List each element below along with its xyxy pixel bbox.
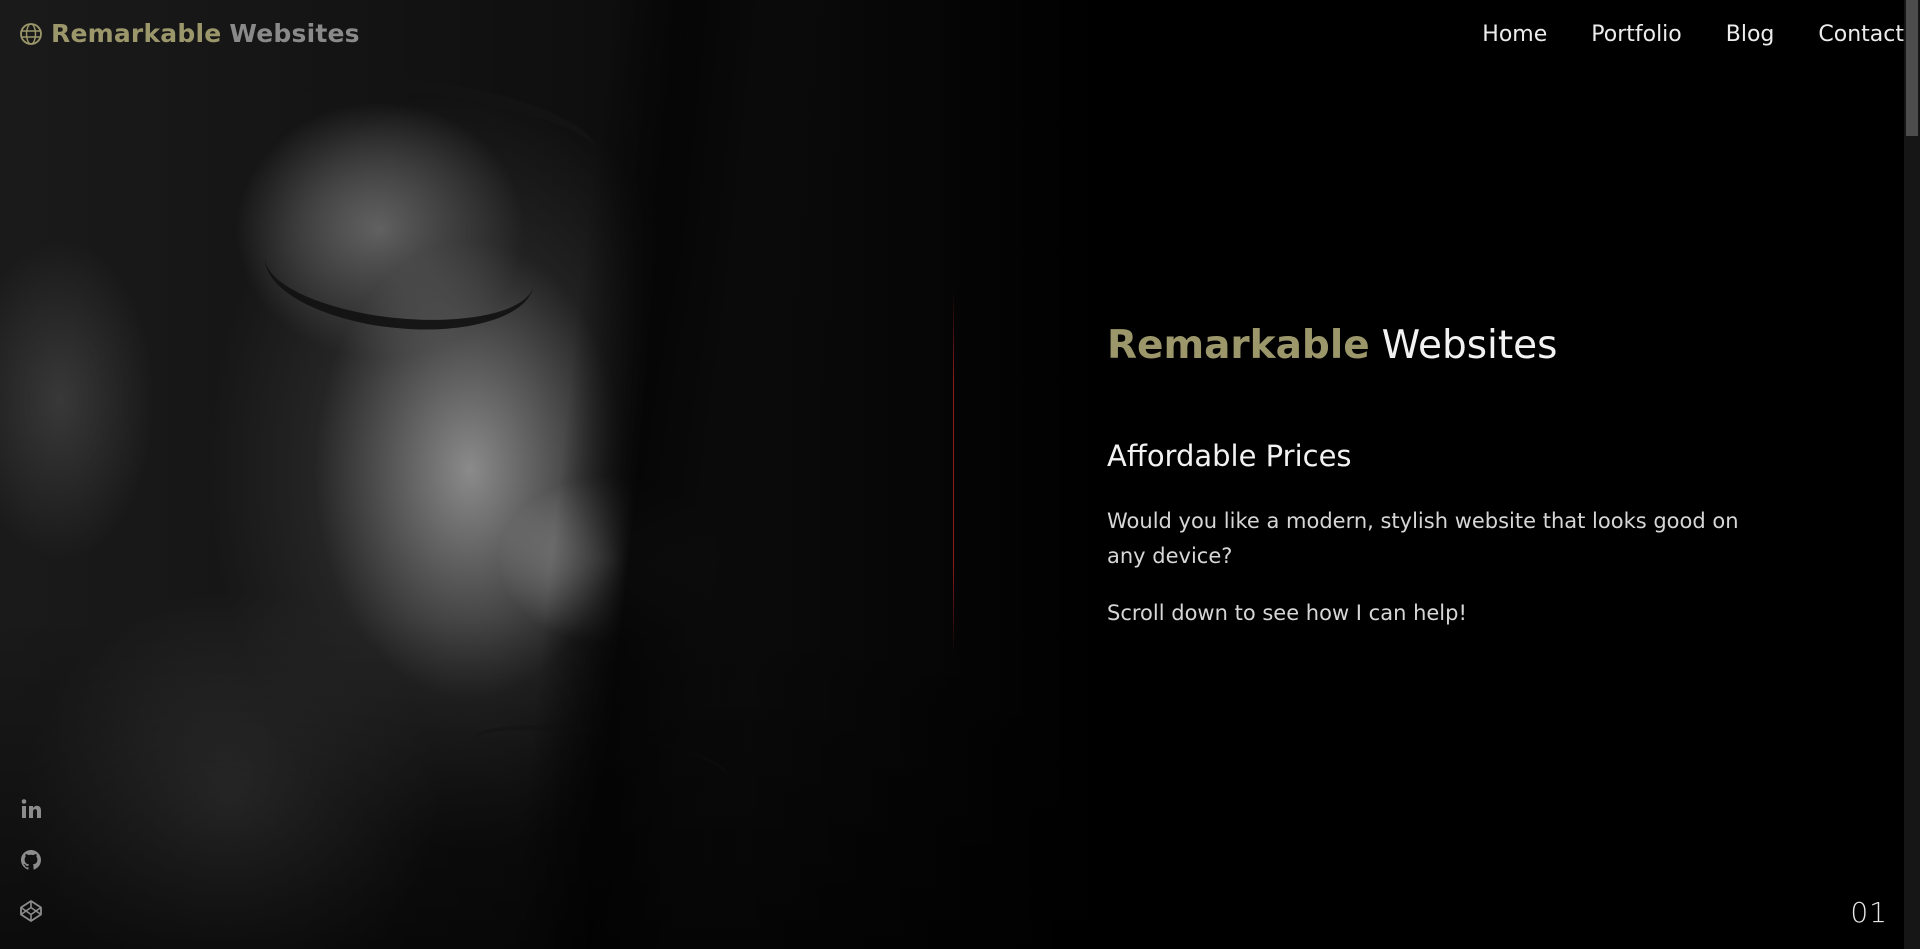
- nav-blog[interactable]: Blog: [1726, 22, 1775, 47]
- logo-brand-light: Websites: [229, 19, 360, 48]
- hero-divider: [953, 290, 954, 655]
- main-nav: Home Portfolio Blog Contact: [1438, 22, 1904, 47]
- hero-subheading: Affordable Prices: [1107, 439, 1352, 473]
- linkedin-icon: [21, 799, 41, 818]
- logo-text: Remarkable Websites: [51, 19, 360, 48]
- social-links: [19, 797, 45, 949]
- codepen-link[interactable]: [19, 899, 43, 923]
- page-scrollbar[interactable]: [1904, 0, 1920, 949]
- logo-link[interactable]: Remarkable Websites: [19, 19, 360, 48]
- linkedin-link[interactable]: [19, 797, 43, 821]
- hero-paragraph: Scroll down to see how I can help!: [1107, 601, 1467, 625]
- slide-counter: 01: [1850, 896, 1888, 929]
- nav-home[interactable]: Home: [1482, 22, 1547, 47]
- hero-headline: Remarkable Websites: [1107, 320, 1747, 372]
- hero-copy: Remarkable Websites Affordable Prices Wou…: [1107, 320, 1747, 631]
- github-icon: [21, 850, 41, 870]
- logo-brand-strong: Remarkable: [51, 19, 222, 48]
- headline-strong: Remarkable: [1107, 323, 1370, 368]
- codepen-icon: [20, 900, 42, 922]
- nav-portfolio[interactable]: Portfolio: [1591, 22, 1682, 47]
- github-link[interactable]: [19, 848, 43, 872]
- nav-contact[interactable]: Contact: [1818, 22, 1904, 47]
- hero-paragraph: Would you like a modern, stylish website…: [1107, 509, 1739, 568]
- site-header: Remarkable Websites Home Portfolio Blog C…: [0, 0, 1904, 72]
- page: Remarkable Websites Home Portfolio Blog C…: [0, 0, 1920, 949]
- scrollbar-thumb[interactable]: [1906, 0, 1918, 136]
- globe-icon: [20, 22, 42, 45]
- headline-light: Websites: [1381, 323, 1558, 368]
